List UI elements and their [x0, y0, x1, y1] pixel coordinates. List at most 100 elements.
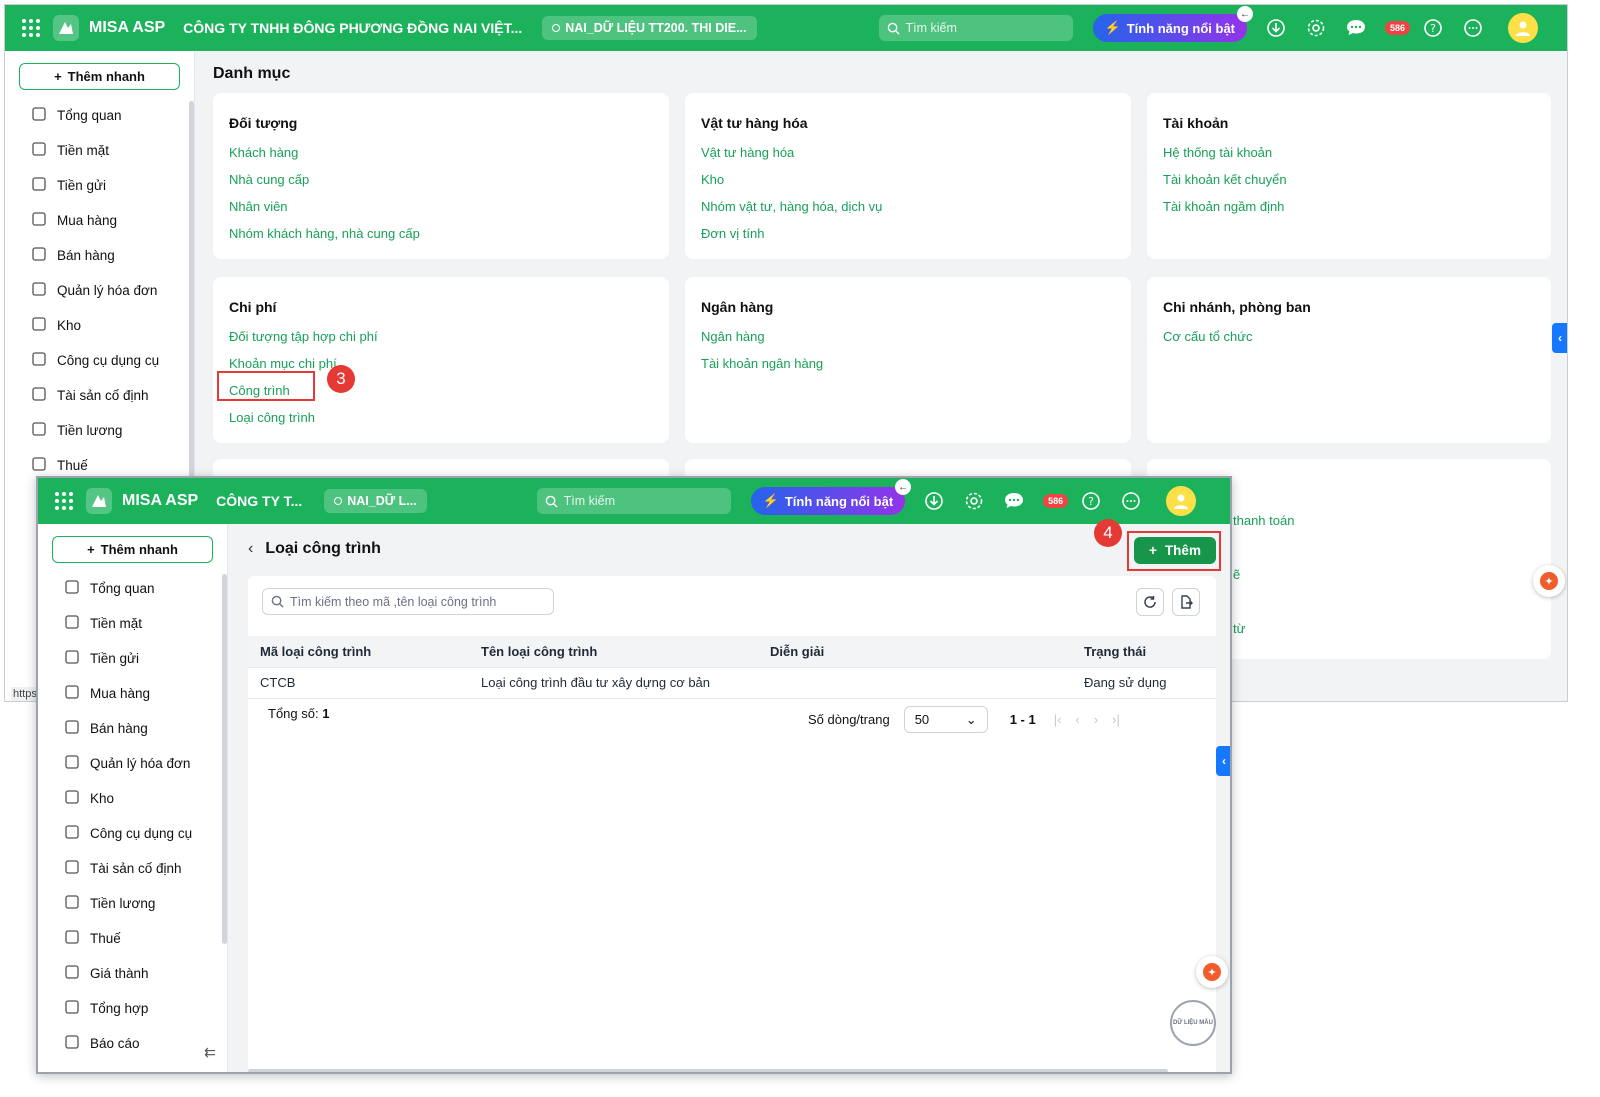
back-chevron-icon[interactable]: ‹ [248, 540, 253, 558]
collapse-sidebar-icon[interactable]: ⇇ [196, 1038, 224, 1066]
user-avatar[interactable] [1508, 13, 1539, 43]
catalog-link[interactable]: Nhóm khách hàng, nhà cung cấp [229, 220, 653, 247]
column-header-code[interactable]: Mã loại công trình [248, 636, 469, 668]
more-icon[interactable] [1120, 490, 1142, 512]
partial-link-1[interactable]: thanh toán [1233, 507, 1294, 534]
summary-icon [64, 999, 80, 1018]
sidebar-item-5[interactable]: Quản lý hóa đơn [38, 746, 227, 781]
app-grid-icon[interactable] [52, 489, 76, 513]
sidebar-item-2[interactable]: Tiền gửi [5, 168, 194, 203]
sidebar-item-8[interactable]: Tài sản cố định [38, 851, 227, 886]
help-icon[interactable]: ? [1422, 17, 1444, 39]
column-header-status[interactable]: Trạng thái [1072, 636, 1216, 668]
more-icon[interactable] [1462, 17, 1484, 39]
global-search[interactable]: Tìm kiếm [536, 488, 731, 514]
refresh-icon[interactable] [1136, 588, 1164, 616]
sidebar-item-6[interactable]: Kho [38, 781, 227, 816]
right-panel-toggle[interactable]: ‹ [1216, 746, 1230, 776]
first-page-icon[interactable]: |‹ [1054, 712, 1062, 727]
catalog-link[interactable]: Vật tư hàng hóa [701, 139, 1115, 166]
catalog-link[interactable]: Hệ thống tài khoản [1163, 139, 1535, 166]
sidebar-item-4[interactable]: Bán hàng [5, 238, 194, 273]
sidebar-item-12[interactable]: Tổng hợp [38, 991, 227, 1026]
download-icon[interactable] [923, 490, 945, 512]
right-panel-toggle[interactable]: ‹ [1552, 323, 1567, 353]
sidebar-item-11[interactable]: Giá thành [38, 956, 227, 991]
catalog-link[interactable]: Tài khoản ngân hàng [701, 350, 1115, 377]
catalog-link[interactable]: Tài khoản ngầm định [1163, 193, 1535, 220]
sidebar-item-2[interactable]: Tiền gửi [38, 641, 227, 676]
quick-add-button[interactable]: + Thêm nhanh [52, 536, 213, 563]
sidebar-item-7[interactable]: Công cụ dụng cụ [38, 816, 227, 851]
sidebar-item-9[interactable]: Tiền lương [38, 886, 227, 921]
search-icon [545, 495, 558, 508]
sidebar-item-label: Báo cáo [90, 1036, 140, 1051]
gear-icon[interactable] [963, 490, 985, 512]
help-icon[interactable]: ? [1080, 490, 1102, 512]
catalog-link[interactable]: Khách hàng [229, 139, 653, 166]
quick-add-button[interactable]: + Thêm nhanh [19, 63, 180, 90]
last-page-icon[interactable]: ›| [1112, 712, 1120, 727]
list-search-input[interactable]: Tìm kiếm theo mã ,tên loại công trình [262, 588, 554, 615]
gear-icon[interactable] [1305, 17, 1327, 39]
sidebar-item-6[interactable]: Kho [5, 308, 194, 343]
featured-button[interactable]: ⚡ Tính năng nổi bật ← [1092, 6, 1254, 42]
database-selector[interactable]: NAI_DỮ LIỆU TT200. THI DIE... [542, 16, 757, 40]
table-row[interactable]: CTCB Loại công trình đầu tư xây dựng cơ … [248, 667, 1216, 699]
catalog-link[interactable]: Đơn vị tính [701, 220, 1115, 247]
catalog-card-title: Tài khoản [1163, 115, 1229, 131]
app-grid-icon[interactable] [19, 16, 43, 40]
chat-icon[interactable] [1003, 490, 1025, 512]
sidebar-scrollbar[interactable] [222, 574, 227, 944]
horizontal-scrollbar[interactable] [248, 1069, 1168, 1072]
sidebar-item-0[interactable]: Tổng quan [38, 571, 227, 606]
next-page-icon[interactable]: › [1094, 712, 1098, 727]
prev-page-icon[interactable]: ‹ [1075, 712, 1079, 727]
notification-bell-icon[interactable]: 586 [1385, 17, 1411, 39]
catalog-card-5: Chi nhánh, phòng ban Cơ cấu tổ chức [1147, 277, 1551, 443]
sidebar-item-8[interactable]: Tài sản cố định [5, 378, 194, 413]
catalog-link[interactable]: Đối tượng tập hợp chi phí [229, 323, 653, 350]
catalog-link[interactable]: Kho [701, 166, 1115, 193]
total-value: 1 [322, 706, 330, 721]
sidebar-item-1[interactable]: Tiền mặt [38, 606, 227, 641]
back-arrow-icon[interactable]: ← [1237, 6, 1254, 22]
user-avatar[interactable] [1166, 486, 1197, 516]
catalog-link[interactable]: Cơ cấu tổ chức [1163, 323, 1535, 350]
sidebar-item-9[interactable]: Tiền lương [5, 413, 194, 448]
database-selector[interactable]: NAI_DỮ L... [324, 489, 427, 513]
notification-bell-icon[interactable]: 586 [1043, 490, 1069, 512]
export-icon[interactable] [1172, 588, 1200, 616]
partial-link-2[interactable]: ẽ [1233, 561, 1240, 588]
sidebar-item-10[interactable]: Thuế [38, 921, 227, 956]
column-header-name[interactable]: Tên loại công trình [469, 636, 758, 668]
salary-icon [64, 894, 80, 913]
sidebar-item-3[interactable]: Mua hàng [38, 676, 227, 711]
sidebar-item-3[interactable]: Mua hàng [5, 203, 194, 238]
chat-icon[interactable] [1345, 17, 1367, 39]
sidebar-item-5[interactable]: Quản lý hóa đơn [5, 273, 194, 308]
download-icon[interactable] [1265, 17, 1287, 39]
catalog-link[interactable]: Nhà cung cấp [229, 166, 653, 193]
catalog-link[interactable]: Nhân viên [229, 193, 653, 220]
sidebar-item-7[interactable]: Công cụ dụng cụ [5, 343, 194, 378]
ai-assistant-button[interactable]: ✦ [1196, 956, 1228, 988]
catalog-link[interactable]: Loại công trình [229, 404, 653, 431]
company-name[interactable]: CÔNG TY TNHH ĐÔNG PHƯƠNG ĐỒNG NAI VIỆT..… [183, 20, 522, 36]
featured-button[interactable]: ⚡ Tính năng nổi bật ← [750, 479, 912, 515]
rows-per-page-select[interactable]: 50 ⌄ [903, 706, 988, 733]
sidebar-item-1[interactable]: Tiền mặt [5, 133, 194, 168]
catalog-link[interactable]: Nhóm vật tư, hàng hóa, dịch vụ [701, 193, 1115, 220]
sidebar-item-4[interactable]: Bán hàng [38, 711, 227, 746]
back-arrow-icon[interactable]: ← [895, 479, 912, 495]
sidebar-scrollbar[interactable] [189, 101, 194, 481]
sidebar-item-0[interactable]: Tổng quan [5, 98, 194, 133]
catalog-link[interactable]: Tài khoản kết chuyển [1163, 166, 1535, 193]
catalog-link[interactable]: Ngân hàng [701, 323, 1115, 350]
column-header-description[interactable]: Diễn giải [758, 636, 1072, 668]
global-search[interactable]: Tìm kiếm [878, 15, 1073, 41]
ai-assistant-button[interactable]: ✦ [1533, 565, 1565, 597]
company-name[interactable]: CÔNG TY T... [216, 493, 302, 509]
sidebar-nav: Tổng quan Tiền mặt Tiền gửi Mua hàng Bán hàn… [5, 98, 194, 483]
partial-link-3[interactable]: từ [1233, 615, 1245, 642]
